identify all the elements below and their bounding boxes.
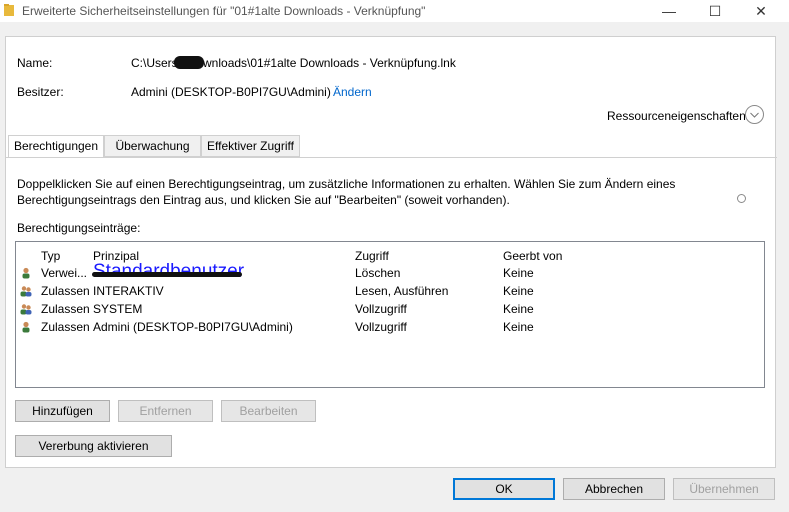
table-row[interactable]: Verwei... Standardbenutzer Löschen Keine — [16, 261, 764, 282]
row-inherited: Keine — [503, 302, 534, 316]
row-principal: INTERAKTIV — [93, 284, 164, 298]
row-access: Vollzugriff — [355, 320, 407, 334]
row-access: Löschen — [355, 266, 401, 280]
row-type: Zulassen — [41, 320, 90, 334]
tab-permissions[interactable]: Berechtigungen — [8, 135, 104, 158]
description-line-2: Berechtigungseintrags den Eintrag aus, u… — [17, 193, 510, 207]
chevron-down-icon — [750, 112, 759, 118]
permission-entries-list[interactable]: Typ Prinzipal Zugriff Geerbt von Verwei.… — [15, 241, 765, 388]
single-user-icon — [22, 321, 30, 333]
small-circle-icon — [737, 194, 746, 203]
row-inherited: Keine — [503, 266, 534, 280]
resource-properties-label[interactable]: Ressourceneigenschaften — [607, 109, 746, 123]
redaction-scribble — [92, 272, 242, 277]
description-line-1: Doppelklicken Sie auf einen Berechtigung… — [17, 177, 676, 191]
tab-strip: Berechtigungen Überwachung Effektiver Zu… — [6, 135, 777, 158]
close-button[interactable]: ✕ — [738, 0, 784, 22]
column-header-inherited[interactable]: Geerbt von — [503, 249, 562, 263]
tab-auditing[interactable]: Überwachung — [104, 135, 201, 157]
ok-button[interactable]: OK — [453, 478, 555, 500]
redacted-username — [174, 56, 204, 69]
change-owner-link[interactable]: Ändern — [333, 85, 372, 99]
row-access: Lesen, Ausführen — [355, 284, 449, 298]
row-inherited: Keine — [503, 320, 534, 334]
row-type: Zulassen — [41, 284, 90, 298]
row-inherited: Keine — [503, 284, 534, 298]
single-user-icon — [22, 267, 30, 279]
tab-divider — [6, 157, 777, 158]
folder-shortcut-icon — [4, 4, 14, 16]
expand-resource-properties-button[interactable] — [745, 105, 764, 124]
owner-value: Admini (DESKTOP-B0PI7GU\Admini) — [131, 85, 331, 99]
enable-inheritance-button[interactable]: Vererbung aktivieren — [15, 435, 172, 457]
column-header-access[interactable]: Zugriff — [355, 249, 389, 263]
group-users-icon — [20, 304, 32, 315]
add-button[interactable]: Hinzufügen — [15, 400, 110, 422]
remove-button[interactable]: Entfernen — [118, 400, 213, 422]
column-header-type[interactable]: Typ — [41, 249, 60, 263]
name-label: Name: — [17, 56, 53, 70]
row-principal: SYSTEM — [93, 302, 143, 316]
row-type: Zulassen — [41, 302, 90, 316]
table-row[interactable]: Zulassen INTERAKTIV Lesen, Ausführen Kei… — [16, 282, 764, 300]
entries-label: Berechtigungseinträge: — [17, 221, 141, 235]
maximize-button[interactable]: ☐ — [692, 0, 738, 22]
title-bar: Erweiterte Sicherheitseinstellungen für … — [0, 0, 789, 22]
main-panel: Name: C:\Users\ \Downloads\01#1alte Down… — [5, 36, 777, 468]
minimize-button[interactable]: — — [646, 0, 692, 22]
apply-button[interactable]: Übernehmen — [673, 478, 775, 500]
table-row[interactable]: Zulassen SYSTEM Vollzugriff Keine — [16, 300, 764, 318]
window-title: Erweiterte Sicherheitseinstellungen für … — [22, 4, 426, 18]
table-row[interactable]: Zulassen Admini (DESKTOP-B0PI7GU\Admini)… — [16, 318, 764, 336]
tab-effective-access[interactable]: Effektiver Zugriff — [201, 135, 300, 157]
row-access: Vollzugriff — [355, 302, 407, 316]
owner-label: Besitzer: — [17, 85, 64, 99]
row-principal: Admini (DESKTOP-B0PI7GU\Admini) — [93, 320, 293, 334]
row-type: Verwei... — [41, 266, 88, 280]
cancel-button[interactable]: Abbrechen — [563, 478, 665, 500]
group-users-icon — [20, 286, 32, 297]
edit-button[interactable]: Bearbeiten — [221, 400, 316, 422]
